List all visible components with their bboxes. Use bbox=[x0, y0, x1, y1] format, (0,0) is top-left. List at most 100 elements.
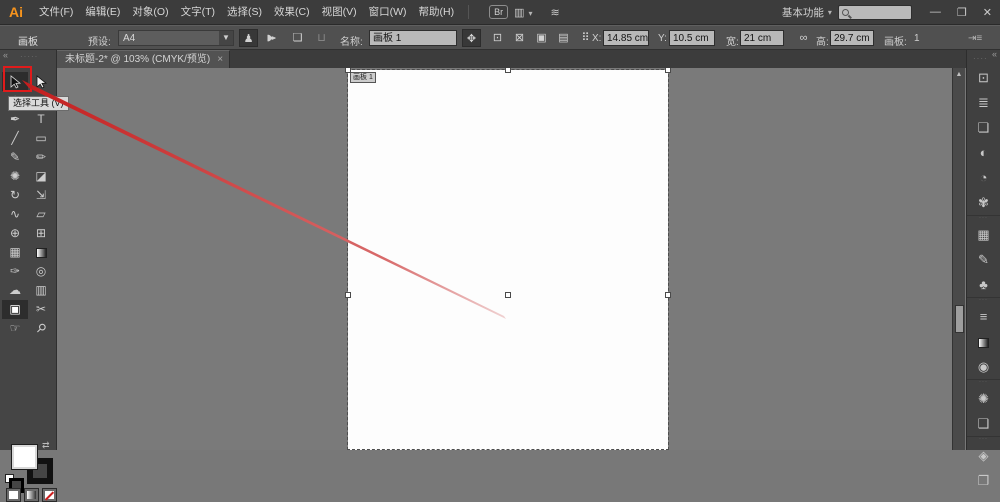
constrain-proportions-icon[interactable]: ∞ bbox=[794, 29, 813, 47]
artboard-name-input[interactable]: 画板 1 bbox=[369, 30, 457, 46]
width-input[interactable]: 21 cm bbox=[740, 30, 784, 46]
search-input[interactable] bbox=[838, 5, 912, 20]
height-input[interactable]: 29.7 cm bbox=[830, 30, 874, 46]
panel-dock: « ···· ⊡≣❏◐◔✾···▦✎♣···≡◉···✺❑···◈❐ bbox=[966, 50, 1000, 450]
panel-drag-handle[interactable]: ····· bbox=[20, 52, 38, 61]
dock-drag-handle[interactable]: ···· bbox=[973, 54, 988, 63]
preset-dropdown[interactable]: A4▼ bbox=[118, 30, 234, 46]
pen-tool[interactable]: ✒ bbox=[2, 110, 28, 129]
workspace-switcher[interactable]: 基本功能 bbox=[782, 5, 824, 20]
shape-builder-tool[interactable]: ⊕ bbox=[2, 224, 28, 243]
pencil-tool[interactable]: ✏ bbox=[28, 148, 54, 167]
swap-fill-stroke-icon[interactable]: ⇄ bbox=[42, 440, 50, 451]
free-transform-tool[interactable]: ▱ bbox=[28, 205, 54, 224]
mesh-tool[interactable]: ▦ bbox=[2, 243, 28, 262]
symbol-sprayer-tool[interactable]: ☁ bbox=[2, 281, 28, 300]
scroll-up-icon[interactable]: ▲ bbox=[953, 68, 965, 78]
landscape-orientation-button[interactable]: ♟ bbox=[262, 29, 280, 48]
gradient-tool[interactable] bbox=[28, 243, 54, 262]
scrollbar-thumb[interactable] bbox=[955, 305, 964, 333]
menu-item-2[interactable]: 编辑(E) bbox=[79, 6, 126, 18]
y-input[interactable]: 10.5 cm bbox=[669, 30, 715, 46]
menu-item-4[interactable]: 文字(T) bbox=[175, 6, 221, 18]
artboard-name-tag[interactable]: 画板 1 bbox=[350, 72, 376, 83]
tab-close-icon[interactable]: × bbox=[217, 51, 223, 69]
artboard-handle[interactable] bbox=[345, 292, 351, 298]
vertical-scrollbar[interactable]: ▲ bbox=[952, 68, 965, 450]
workspace-dropdown-arrow[interactable]: ▾ bbox=[824, 8, 838, 17]
none-button[interactable] bbox=[42, 488, 57, 502]
panel-stroke-icon[interactable]: ≡ bbox=[967, 304, 1000, 329]
menu-item-6[interactable]: 效果(C) bbox=[268, 6, 316, 18]
new-artboard-button[interactable]: ❏ bbox=[288, 29, 307, 47]
panel-transparency-icon[interactable]: ◉ bbox=[967, 354, 1000, 379]
eraser-tool[interactable]: ◪ bbox=[28, 167, 54, 186]
hand-tool[interactable]: ☞ bbox=[2, 319, 28, 338]
menu-item-7[interactable]: 视图(V) bbox=[316, 6, 363, 18]
arrange-documents-icon[interactable]: ▥▾ bbox=[508, 6, 544, 19]
restore-button[interactable]: ❐ bbox=[949, 6, 975, 19]
rectangle-tool[interactable]: ▭ bbox=[28, 129, 54, 148]
name-label: 名称: bbox=[340, 33, 363, 48]
panel-align-icon[interactable]: ≣ bbox=[967, 90, 1000, 115]
x-input[interactable]: 14.85 cm bbox=[603, 30, 649, 46]
dock-header[interactable]: « ···· bbox=[967, 50, 1000, 65]
show-video-safe-icon[interactable]: ▣ bbox=[532, 29, 551, 47]
menu-item-9[interactable]: 帮助(H) bbox=[413, 6, 461, 18]
panel-gradient-icon[interactable] bbox=[967, 329, 1000, 354]
eyedropper-tool[interactable]: ✑ bbox=[2, 262, 28, 281]
width-tool[interactable]: ∿ bbox=[2, 205, 28, 224]
artboard-handle[interactable] bbox=[505, 292, 511, 298]
panel-swatches-icon[interactable]: ▦ bbox=[967, 222, 1000, 247]
fill-color-swatch[interactable] bbox=[11, 444, 38, 470]
expand-dock-icon[interactable]: « bbox=[992, 49, 997, 59]
dock-separator: ··· bbox=[967, 379, 1000, 386]
artboard-handle[interactable] bbox=[665, 292, 671, 298]
minimize-button[interactable]: — bbox=[922, 6, 949, 18]
tools-panel-header[interactable]: « ····· bbox=[0, 50, 56, 64]
close-button[interactable]: ✕ bbox=[975, 6, 1000, 19]
document-tab[interactable]: 未标题-2* @ 103% (CMYK/预览) × bbox=[57, 50, 230, 68]
portrait-orientation-button[interactable]: ♟ bbox=[239, 29, 258, 47]
type-tool[interactable]: T bbox=[28, 110, 54, 129]
menu-bar: Ai 文件(F)编辑(E)对象(O)文字(T)选择(S)效果(C)视图(V)窗口… bbox=[0, 0, 1000, 25]
cs-live-icon[interactable]: ≋ bbox=[545, 6, 566, 19]
artboard-tool[interactable]: ▣ bbox=[2, 300, 28, 319]
collapse-panel-icon[interactable]: « bbox=[3, 50, 8, 60]
panel-symbol-libraries-icon[interactable]: ♣ bbox=[967, 272, 1000, 297]
panel-brushes-icon[interactable]: ✎ bbox=[967, 247, 1000, 272]
document-tab-bar: 未标题-2* @ 103% (CMYK/预览) × bbox=[57, 50, 968, 68]
panel-appearance-icon[interactable]: ✺ bbox=[967, 386, 1000, 411]
delete-artboard-button[interactable]: ⊔ bbox=[312, 29, 331, 47]
blend-tool[interactable]: ◎ bbox=[28, 262, 54, 281]
panel-graphic-styles-icon[interactable]: ❑ bbox=[967, 411, 1000, 436]
collapse-control-panel-icon[interactable]: ⇥≡ bbox=[968, 33, 982, 44]
rotate-tool[interactable]: ↻ bbox=[2, 186, 28, 205]
move-artwork-toggle[interactable]: ✥ bbox=[462, 29, 481, 47]
bridge-button[interactable]: Br bbox=[489, 5, 508, 19]
panel-symbols-icon[interactable]: ✾ bbox=[967, 190, 1000, 215]
column-graph-tool[interactable]: ▥ bbox=[28, 281, 54, 300]
line-segment-tool[interactable]: ╱ bbox=[2, 129, 28, 148]
panel-artboards-icon[interactable]: ❐ bbox=[967, 468, 1000, 493]
preset-dropdown-arrow[interactable]: ▼ bbox=[219, 31, 233, 45]
default-fill-stroke-icon[interactable] bbox=[5, 474, 14, 483]
panel-color-icon[interactable]: ◐ bbox=[967, 140, 1000, 165]
menu-item-1[interactable]: 文件(F) bbox=[33, 6, 79, 18]
paintbrush-tool[interactable]: ✎ bbox=[2, 148, 28, 167]
menu-item-5[interactable]: 选择(S) bbox=[221, 6, 268, 18]
blob-brush-tool[interactable]: ✺ bbox=[2, 167, 28, 186]
scale-tool[interactable]: ⇲ bbox=[28, 186, 54, 205]
video-ruler-icon[interactable]: ▤ bbox=[554, 29, 573, 47]
menu-item-8[interactable]: 窗口(W) bbox=[363, 6, 413, 18]
perspective-grid-tool[interactable]: ⊞ bbox=[28, 224, 54, 243]
gradient-button[interactable] bbox=[24, 488, 39, 502]
menu-item-3[interactable]: 对象(O) bbox=[126, 6, 174, 18]
panel-pathfinder-icon[interactable]: ❏ bbox=[967, 115, 1000, 140]
panel-color-guide-icon[interactable]: ◔ bbox=[967, 165, 1000, 190]
show-center-mark-icon[interactable]: ⊡ bbox=[488, 29, 507, 47]
show-cross-hairs-icon[interactable]: ⊠ bbox=[510, 29, 529, 47]
panel-layers-icon[interactable]: ◈ bbox=[967, 443, 1000, 468]
panel-transform-icon[interactable]: ⊡ bbox=[967, 65, 1000, 90]
color-button[interactable] bbox=[6, 488, 21, 502]
